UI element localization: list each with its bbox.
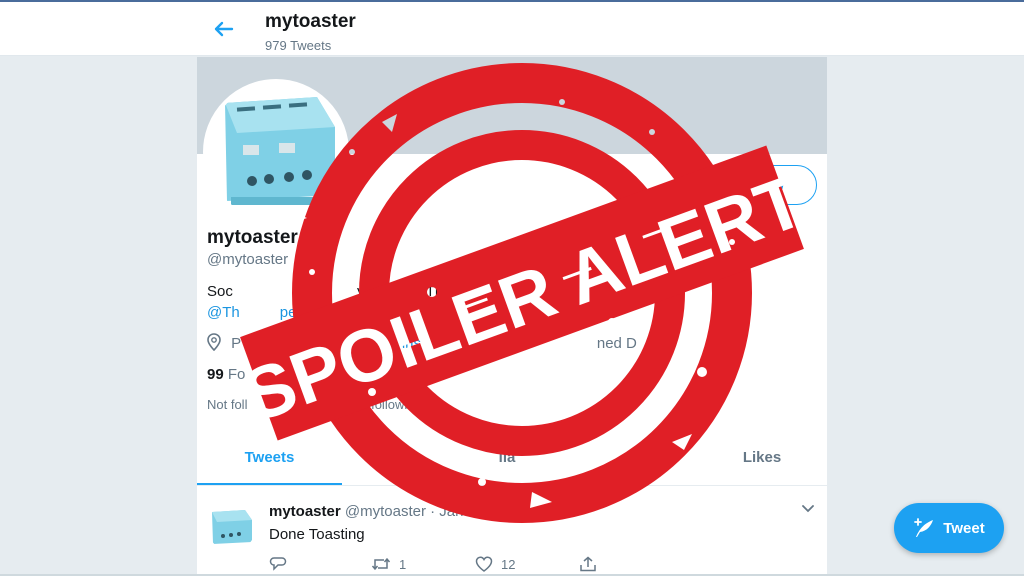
profile-location: P [231,335,242,352]
profile-name: mytoaster [207,227,298,248]
profile-column: ow mytoaster @mytoaster Soc your Toas Th… [197,57,827,576]
profile-joined: 2008 [706,335,741,352]
following-label: ing [265,366,286,383]
profile-meta: Purgh, PA nothins.com/socia ned D 2008 [207,333,750,352]
bio-mention-link[interactable]: peak [280,304,313,321]
tab-media[interactable]: lia [487,435,527,483]
following-count: 99 [207,366,224,383]
tab-tweets[interactable]: Tweets [197,435,342,485]
tweet-header: mytoaster @mytoaster · Jan 7 [269,503,476,520]
profile-joined: ned D [596,335,637,352]
bio-text: interne [447,283,494,300]
bio-text: Th [425,283,444,300]
tab-tweets-replies[interactable]: T [377,435,417,483]
bio-hashtag[interactable]: (# [551,283,564,300]
toaster-image [207,83,345,221]
header-title: mytoaster [265,11,356,32]
back-arrow-icon[interactable] [210,16,236,42]
follow-button-label: ow [763,176,785,193]
bio-mention-link[interactable]: hai [413,304,433,321]
compose-tweet-button[interactable]: Tweet [894,503,1004,553]
tweet-date[interactable]: · Jan 7 [430,503,476,520]
header-tweet-count: 979 Tweets [265,38,332,53]
bio-text: powered b [595,283,666,300]
profile-tabs: Tweets T lia Likes [197,435,827,486]
bio-mention-link[interactable]: @s [391,304,414,321]
bio-text: Soc [207,283,233,300]
not-followed-label: following [371,397,422,412]
bio-hashtag[interactable]: ) [586,283,591,300]
compose-quill-icon [914,518,934,537]
followers-count: 2 [303,366,312,383]
profile-website-link[interactable]: nothins.com/socia [373,335,493,352]
tweet-text: Done Toasting [269,526,365,543]
tweet-author-handle[interactable]: @mytoaster [345,503,426,520]
share-icon [580,556,596,572]
retweet-count: 1 [399,556,407,572]
tweet-author-name[interactable]: mytoaster [269,503,341,520]
location-pin-icon [207,333,221,351]
bio-mention-link[interactable]: @Th [207,304,240,321]
compose-tweet-label: Tweet [943,519,985,537]
reply-icon [269,557,287,571]
toaster-image [212,510,252,544]
top-bar: mytoaster 979 Tweets [0,0,1024,56]
retweet-icon [371,557,391,571]
profile-stats[interactable]: 99 Fo ing 2 [207,366,312,383]
profile-location: urgh, PA [291,335,349,352]
like-count: 12 [501,556,516,572]
follow-button[interactable]: ow [731,165,817,205]
profile-handle: @mytoaster [207,251,289,268]
retweet-action[interactable]: 1 [371,556,406,572]
not-followed-label: Not foll [207,397,248,412]
following-label: Fo [227,366,246,383]
tab-likes[interactable]: Likes [697,435,827,483]
like-action[interactable]: 12 [475,556,515,572]
bio-text: created by [316,304,387,321]
not-followed-text: Not foll following [207,397,422,412]
bio-text: t Things [493,283,547,300]
chevron-down-icon[interactable] [801,504,815,514]
heart-icon [475,556,493,572]
share-action[interactable] [579,556,597,572]
profile-avatar[interactable] [203,79,349,225]
reply-action[interactable] [269,556,295,572]
profile-bio: Soc your Toas Th internet Things (#) pow… [207,281,797,323]
tweet-avatar[interactable] [207,502,256,551]
tweet-item[interactable]: mytoaster @mytoaster · Jan 7 Done Toasti… [197,486,827,576]
bio-text: your Toas [357,283,422,300]
